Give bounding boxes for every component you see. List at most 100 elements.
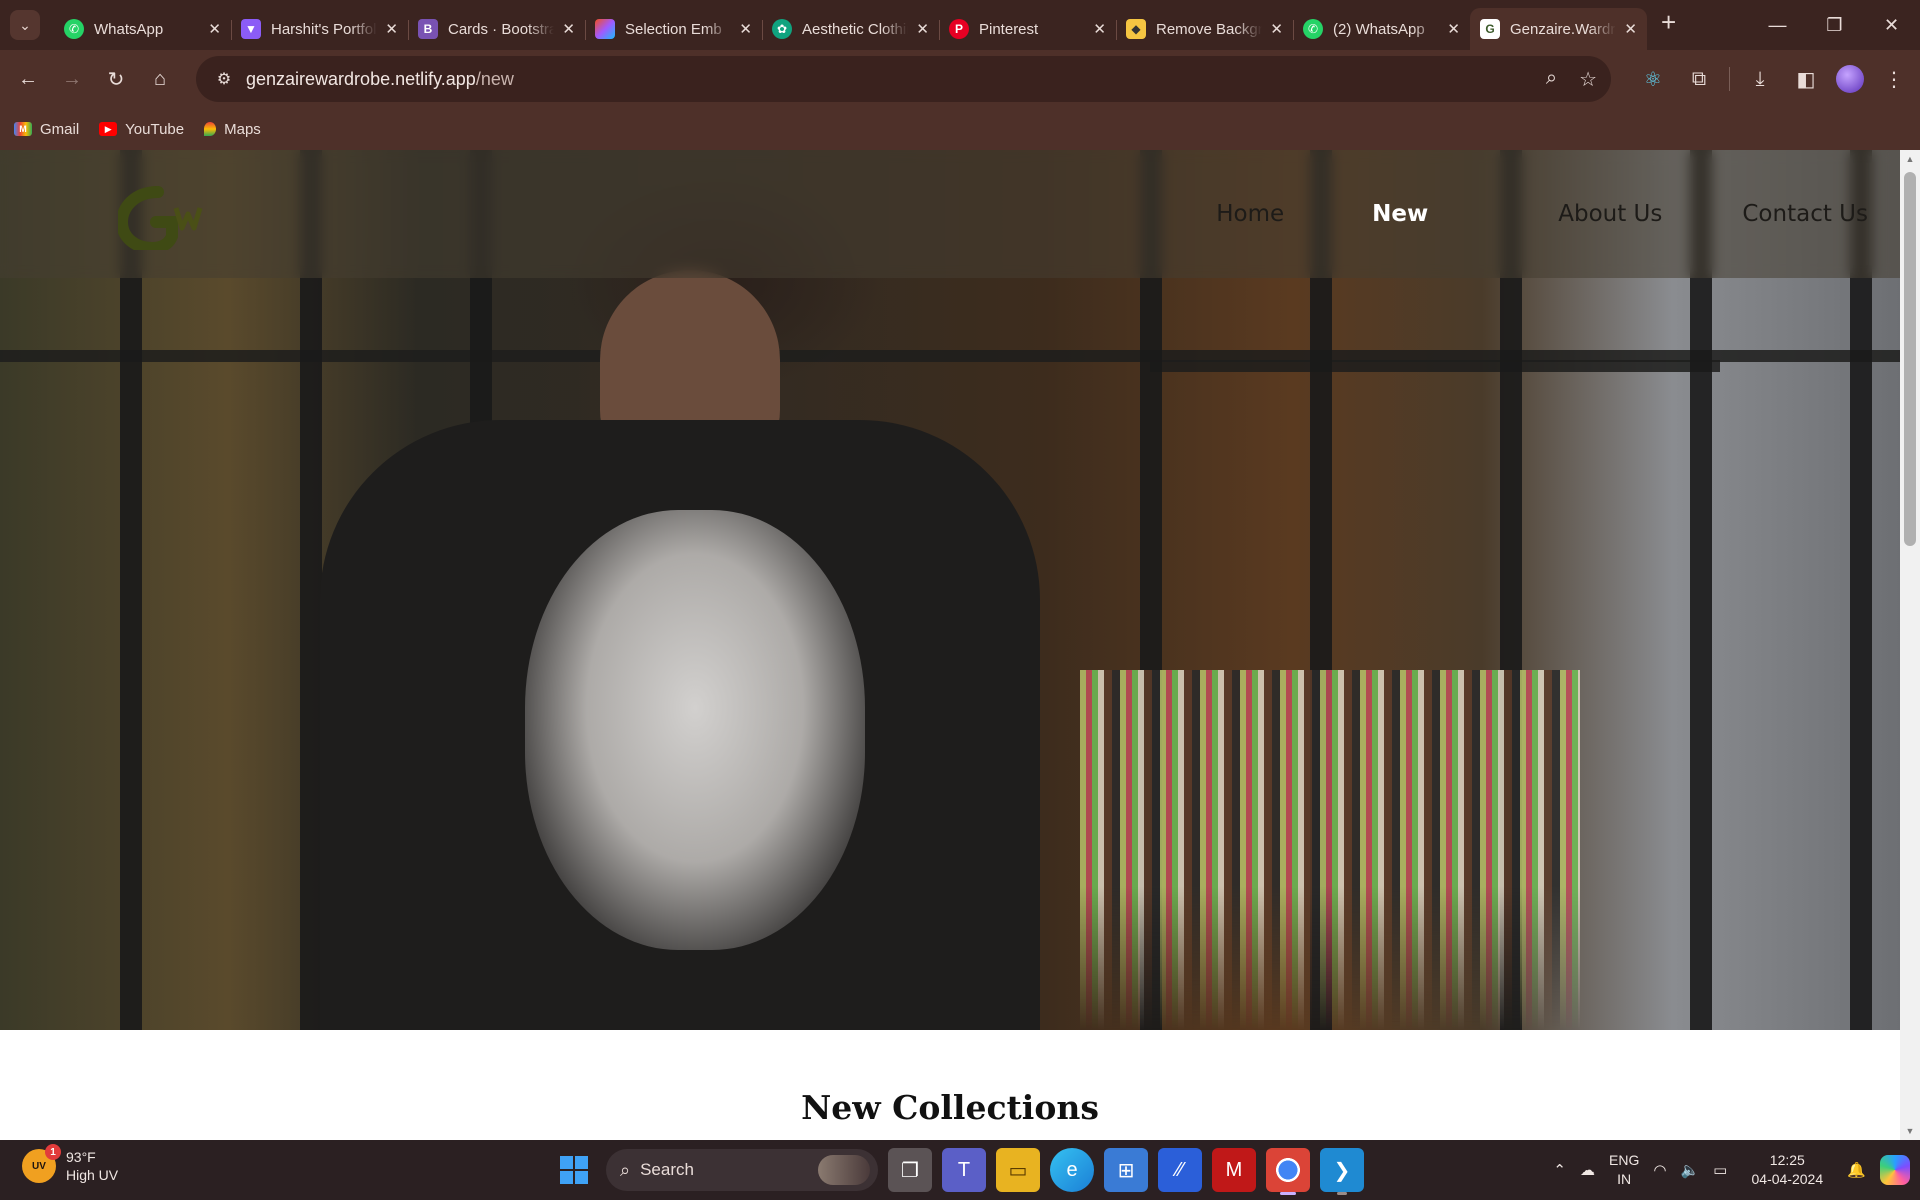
weather-text: 93°F High UV	[66, 1148, 118, 1184]
home-button[interactable]: ⌂	[138, 57, 182, 101]
bookmark-maps[interactable]: Maps	[204, 121, 261, 138]
mcafee-icon[interactable]: M	[1212, 1148, 1256, 1192]
tab-search-button[interactable]: ⌄	[10, 10, 40, 40]
brand-logo[interactable]	[118, 186, 208, 250]
nav-contact-link[interactable]: Contact Us	[1742, 201, 1868, 227]
close-icon[interactable]: ✕	[1093, 20, 1106, 38]
sun-uv-icon: UV 1	[22, 1144, 61, 1183]
bookmark-youtube[interactable]: ▶ YouTube	[99, 121, 184, 138]
chevron-down-icon: ⌄	[19, 16, 31, 33]
download-icon[interactable]: ⤓	[1744, 68, 1776, 91]
tab-selection[interactable]: Selection Emb ✕	[585, 8, 762, 50]
tab-bootstrap-cards[interactable]: B Cards · Bootstrap ✕	[408, 8, 585, 50]
address-bar[interactable]: ⚙ genzairewardrobe.netlify.app/new ⌕ ☆	[196, 56, 1611, 102]
bookmarks-bar: M Gmail ▶ YouTube Maps	[0, 108, 1920, 150]
battery-icon[interactable]: ▭	[1713, 1161, 1727, 1179]
back-button[interactable]: ←	[6, 57, 50, 101]
side-panel-icon[interactable]: ◧	[1790, 67, 1822, 92]
clock-time: 12:25	[1769, 1152, 1805, 1168]
url-text[interactable]: genzairewardrobe.netlify.app/new	[246, 69, 514, 90]
close-icon[interactable]: ✕	[208, 20, 221, 38]
windows-start-icon[interactable]	[552, 1148, 596, 1192]
minimize-icon[interactable]: —	[1749, 0, 1806, 50]
main-nav: Home New About Us Contact Us	[1216, 150, 1900, 278]
fence-rail	[1150, 360, 1720, 372]
wifi-icon[interactable]: ◠	[1653, 1161, 1666, 1179]
onedrive-cloud-icon[interactable]: ☁	[1580, 1161, 1595, 1179]
system-tray: ⌃ ☁ ENG IN ◠ 🔈 ▭ 12:25 04-04-2024 🔔	[1553, 1140, 1920, 1200]
hanging-laces	[1080, 670, 1580, 1030]
bookmark-star-icon[interactable]: ☆	[1579, 67, 1597, 92]
lang-region: IN	[1617, 1171, 1632, 1187]
close-icon[interactable]: ✕	[739, 20, 752, 38]
zoom-icon[interactable]: ⌕	[1546, 67, 1557, 92]
tab-whatsapp-2[interactable]: ✆ (2) WhatsApp ✕	[1293, 8, 1470, 50]
chevron-up-icon[interactable]: ⌃	[1553, 1161, 1566, 1179]
tab-pinterest[interactable]: P Pinterest ✕	[939, 8, 1116, 50]
web-page: Home New About Us Contact Us New Collect…	[0, 150, 1900, 1140]
react-devtools-icon[interactable]: ⚛	[1637, 67, 1669, 92]
toolbar-divider	[1729, 67, 1730, 91]
close-icon[interactable]: ✕	[562, 20, 575, 38]
notification-bell-icon[interactable]: 🔔	[1847, 1161, 1866, 1179]
extensions-puzzle-icon[interactable]: ⧉	[1683, 68, 1715, 91]
page-scrollbar[interactable]: ▲ ▼	[1900, 150, 1920, 1140]
task-view-icon[interactable]: ❐	[888, 1148, 932, 1192]
close-icon[interactable]: ✕	[1624, 20, 1637, 38]
volume-icon[interactable]: 🔈	[1680, 1161, 1699, 1179]
language-indicator[interactable]: ENG IN	[1609, 1151, 1639, 1189]
copilot-icon[interactable]	[1880, 1155, 1910, 1185]
tab-title: Harshit's Portfolio	[271, 20, 378, 38]
tab-whatsapp[interactable]: ✆ WhatsApp ✕	[54, 8, 231, 50]
vite-icon: ▼	[241, 19, 261, 39]
close-icon[interactable]: ✕	[1447, 20, 1460, 38]
clock[interactable]: 12:25 04-04-2024	[1741, 1151, 1833, 1189]
file-explorer-icon[interactable]: ▭	[996, 1148, 1040, 1192]
nav-home-link[interactable]: Home	[1216, 201, 1284, 227]
bookmark-label: YouTube	[125, 120, 185, 138]
appy-pie-icon[interactable]: ⁄⁄	[1158, 1148, 1202, 1192]
menu-kebab-icon[interactable]: ⋮	[1878, 67, 1910, 92]
tshirt-graphic	[525, 510, 865, 950]
new-tab-button[interactable]: +	[1661, 7, 1676, 38]
fence-bar	[1850, 150, 1872, 1030]
nav-new-link[interactable]: New	[1372, 201, 1428, 227]
tab-portfolio[interactable]: ▼ Harshit's Portfolio ✕	[231, 8, 408, 50]
whatsapp-icon: ✆	[1303, 19, 1323, 39]
close-window-icon[interactable]: ✕	[1863, 0, 1920, 50]
tab-title: WhatsApp	[94, 20, 164, 38]
tab-remove-background[interactable]: ◆ Remove Background ✕	[1116, 8, 1293, 50]
nav-about-link[interactable]: About Us	[1558, 201, 1662, 227]
restore-icon[interactable]: ❐	[1806, 0, 1863, 50]
notification-badge: 1	[45, 1144, 61, 1160]
edge-icon[interactable]: e	[1050, 1148, 1094, 1192]
forward-button[interactable]: →	[50, 57, 94, 101]
profile-avatar[interactable]	[1836, 65, 1864, 93]
teams-icon[interactable]: T	[942, 1148, 986, 1192]
weather-widget[interactable]: UV 1 93°F High UV	[22, 1144, 118, 1184]
weather-temp: 93°F	[66, 1149, 96, 1165]
scrollbar-thumb[interactable]	[1904, 172, 1916, 546]
omnibox-actions: ⌕ ☆	[1546, 67, 1597, 92]
microsoft-store-icon[interactable]: ⊞	[1104, 1148, 1148, 1192]
close-icon[interactable]: ✕	[1270, 20, 1283, 38]
close-icon[interactable]: ✕	[916, 20, 929, 38]
reload-button[interactable]: ↻	[94, 57, 138, 101]
gmail-icon: M	[14, 122, 32, 136]
tab-title: Selection Emb	[625, 20, 722, 38]
tab-title: (2) WhatsApp	[1333, 20, 1425, 38]
whatsapp-icon: ✆	[64, 19, 84, 39]
tab-genzaire[interactable]: G Genzaire.Wardrobe ✕	[1470, 8, 1647, 50]
chrome-icon[interactable]	[1266, 1148, 1310, 1195]
bookmark-gmail[interactable]: M Gmail	[14, 121, 79, 138]
scroll-down-arrow-icon[interactable]: ▼	[1900, 1126, 1920, 1136]
search-highlight-image	[818, 1155, 870, 1185]
site-info-icon[interactable]: ⚙	[204, 69, 244, 89]
scroll-up-arrow-icon[interactable]: ▲	[1900, 154, 1920, 164]
close-icon[interactable]: ✕	[385, 20, 398, 38]
fence-bar	[1690, 150, 1712, 1030]
tab-aesthetic-clothing[interactable]: ✿ Aesthetic Clothing ✕	[762, 8, 939, 50]
vscode-icon[interactable]: ❯	[1320, 1148, 1364, 1195]
taskbar-search[interactable]: ⌕ Search	[606, 1149, 878, 1191]
browser-toolbar: ← → ↻ ⌂ ⚙ genzairewardrobe.netlify.app/n…	[0, 50, 1920, 108]
